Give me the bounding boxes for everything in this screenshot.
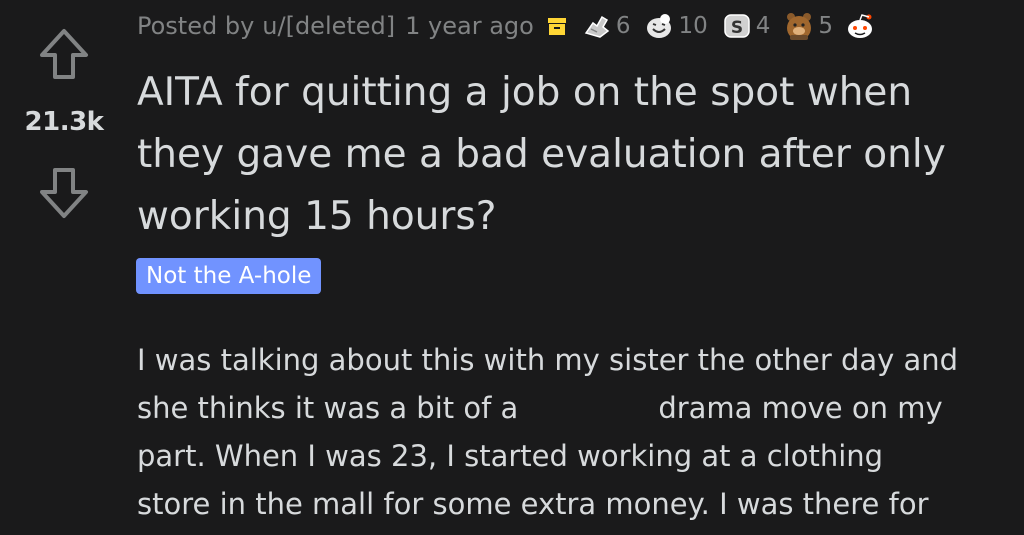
title-line: they gave me a bad evaluation after only <box>137 132 946 177</box>
award-laughing[interactable]: 10 <box>645 11 708 41</box>
svg-text:S: S <box>731 18 743 38</box>
body-fragment: she thinks it was a bit of a <box>137 391 519 425</box>
archived-icon <box>546 15 568 37</box>
title-line: working 15 hours? <box>137 194 497 239</box>
author-link[interactable]: u/[deleted] <box>262 12 395 40</box>
upvote-button[interactable] <box>36 26 92 82</box>
award-wholesome[interactable]: 6 <box>582 11 631 41</box>
award-bear[interactable]: 5 <box>784 11 833 41</box>
laughing-award-icon <box>645 11 675 41</box>
post-meta: Posted by u/[deleted] 1 year ago 6 10 S … <box>137 8 875 44</box>
vote-column: 21.3k <box>0 0 128 535</box>
downvote-arrow-icon <box>40 168 88 218</box>
award-count: 5 <box>818 13 834 39</box>
post-body: I was talking about this with my sister … <box>137 336 1017 528</box>
title-line: AITA for quitting a job on the spot when <box>137 70 913 115</box>
downvote-button[interactable] <box>36 165 92 221</box>
wholesome-hands-award-icon <box>582 11 612 41</box>
award-count: 4 <box>755 13 771 39</box>
silver-award-icon: S <box>722 11 752 41</box>
upvote-arrow-icon <box>40 29 88 79</box>
body-line: she thinks it was a bit of a drama move o… <box>137 384 1017 432</box>
vote-score: 21.3k <box>24 107 104 137</box>
bear-award-icon <box>784 11 814 41</box>
award-count: 6 <box>615 13 631 39</box>
award-silver[interactable]: S 4 <box>722 11 771 41</box>
post-flair[interactable]: Not the A-hole <box>136 258 322 294</box>
award-count: 10 <box>678 13 708 39</box>
post-title[interactable]: AITA for quitting a job on the spot when… <box>137 62 1017 248</box>
body-line: part. When I was 23, I started working a… <box>137 439 884 473</box>
post-age: 1 year ago <box>405 12 534 40</box>
body-line: store in the mall for some extra money. … <box>137 487 929 521</box>
body-line: I was talking about this with my sister … <box>137 343 959 377</box>
snoo-icon[interactable] <box>845 11 875 41</box>
posted-by-label: Posted by <box>137 12 255 40</box>
body-fragment: drama move on my <box>658 391 943 425</box>
reddit-post: 21.3k Posted by u/[deleted] 1 year ago 6… <box>0 0 1024 535</box>
